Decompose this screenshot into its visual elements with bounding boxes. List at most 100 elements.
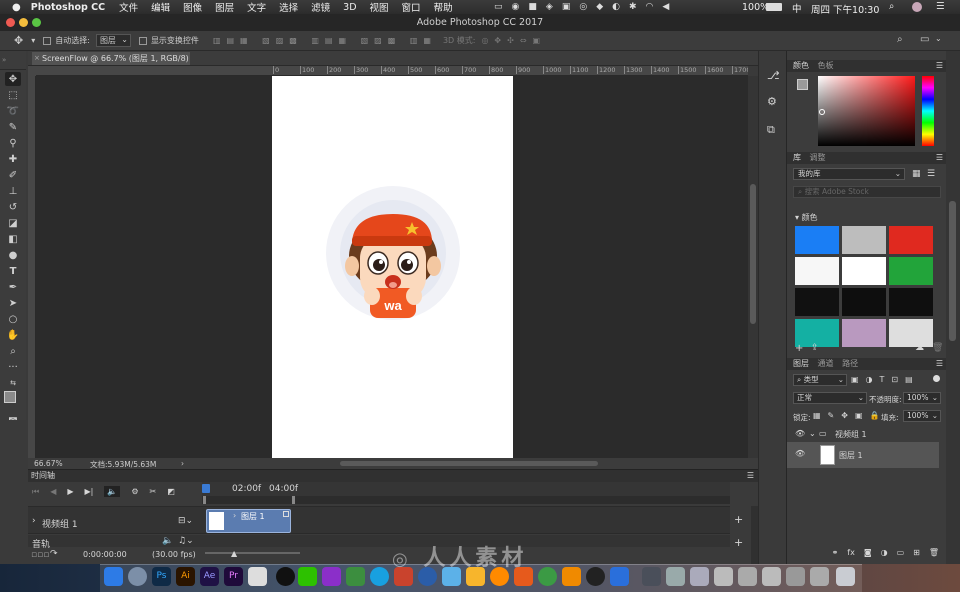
screen-icon[interactable]: ▭ (494, 2, 503, 12)
list-view-icon[interactable]: ☰ (927, 169, 935, 179)
foreground-color[interactable] (797, 79, 808, 90)
timemachine-icon[interactable]: ◐ (612, 2, 620, 12)
menu-edit[interactable]: 编辑 (151, 0, 170, 14)
panel-menu-icon[interactable]: ☰ (747, 470, 754, 482)
add-content-icon[interactable]: + (795, 343, 803, 354)
align-icons[interactable]: ▥▤▦ ▧▨▩ ▥▤▦ ▧▨▩ ▥▦ (213, 36, 437, 45)
stamp-tool-icon[interactable]: ⊥ (5, 184, 21, 198)
properties-icon[interactable]: ⚙ (767, 95, 777, 108)
delete-layer-icon[interactable]: 🗑 (929, 548, 939, 560)
color-swatches[interactable] (3, 391, 23, 413)
gradient-tool-icon[interactable]: ◧ (5, 232, 21, 246)
window-thumb-4[interactable] (738, 567, 757, 586)
stock-search-input[interactable]: ⌕ 搜索 Adobe Stock (793, 186, 941, 198)
grid-view-icon[interactable]: ▦ (912, 169, 921, 179)
history-brush-icon[interactable]: ↺ (5, 200, 21, 214)
panel-menu-icon[interactable]: ☰ (936, 60, 943, 72)
visibility-eye-icon[interactable]: 👁 (795, 429, 805, 438)
color-picker-cursor[interactable] (819, 109, 825, 115)
path-select-icon[interactable]: ➤ (5, 296, 21, 310)
wechat-icon[interactable] (298, 567, 317, 586)
hand-tool-icon[interactable]: ✋ (5, 328, 21, 342)
battery-icon[interactable] (766, 3, 782, 11)
more-tools-icon[interactable]: ··· (5, 360, 21, 374)
quick-select-tool-icon[interactable]: ✎ (5, 120, 21, 134)
window-thumb-7[interactable] (810, 567, 829, 586)
panel-menu-icon[interactable]: ☰ (936, 358, 943, 370)
history-icon[interactable]: ⎇ (767, 69, 780, 82)
fill-field[interactable]: 100% ⌄ (903, 410, 941, 422)
layer-filter-icons[interactable]: ▣◑T⊡▤ (851, 375, 920, 384)
play-icon[interactable]: ▶ (67, 487, 73, 496)
menu-image[interactable]: 图像 (183, 0, 202, 14)
menu-select[interactable]: 选择 (279, 0, 298, 14)
wifi-icon[interactable]: ◠ (646, 2, 654, 12)
tab-paths[interactable]: 路径 (842, 359, 858, 368)
3d-tools-icons[interactable]: ◎✥✣⇔▣ (481, 36, 546, 45)
tab-layers[interactable]: 图层 (793, 359, 809, 368)
expand-chevron-icon[interactable]: ⌄ (809, 429, 816, 438)
menu-filter[interactable]: 滤镜 (311, 0, 330, 14)
new-group-icon[interactable]: ▭ (897, 548, 905, 560)
swap-colors-icon[interactable]: ⇆ (5, 376, 21, 390)
type-tool-icon[interactable]: T (5, 264, 21, 278)
work-area-start[interactable] (203, 496, 206, 504)
settings-gear-icon[interactable]: ⚙ (131, 487, 138, 496)
axure-icon[interactable] (322, 567, 341, 586)
eraser-tool-icon[interactable]: ◪ (5, 216, 21, 230)
lasso-tool-icon[interactable]: ➰ (5, 104, 21, 118)
split-scissors-icon[interactable]: ✂ (150, 487, 157, 496)
horizontal-ruler[interactable]: 0 100 200 300 400 500 600 700 800 900 1000 1100 1200… (36, 66, 748, 76)
adjustment-layer-icon[interactable]: ◑ (881, 548, 888, 560)
transition-icon[interactable]: ◩ (167, 487, 175, 496)
video-clip[interactable]: › 图层 1 (206, 509, 291, 533)
eye-icon[interactable]: ◎ (579, 2, 587, 12)
panel-menu-icon[interactable]: ☰ (936, 152, 943, 164)
search-icon[interactable]: ⌕ (897, 34, 903, 45)
filter-toggle[interactable] (933, 375, 940, 382)
notification-icon[interactable]: ◈ (546, 2, 553, 12)
music-note-icon[interactable]: ♫⌄ (178, 536, 194, 546)
foreground-color[interactable] (4, 391, 16, 403)
notification-center-icon[interactable]: ☰ (936, 1, 945, 12)
convert-icon[interactable]: ↷ (50, 549, 58, 559)
auto-select-dropdown[interactable]: 图层 ⌄ (95, 34, 131, 47)
menu-3d[interactable]: 3D (343, 2, 356, 13)
layer-row-group[interactable]: 👁 ⌄ ▭ 视频组 1 (787, 428, 939, 441)
photoshop-icon[interactable]: Ps (152, 567, 171, 586)
color-swatch[interactable] (842, 288, 886, 316)
panels-scrollbar[interactable] (946, 51, 960, 564)
color-swatch[interactable] (889, 288, 933, 316)
colors-section-header[interactable]: ▾ 颜色 (795, 212, 818, 223)
ruler-origin[interactable] (28, 66, 36, 76)
eyedropper-tool-icon[interactable]: ⚲ (5, 136, 21, 150)
zoom-level[interactable]: 66.67% (34, 459, 63, 468)
new-layer-icon[interactable]: ⊞ (913, 548, 920, 560)
color-swatch[interactable] (842, 226, 886, 254)
marquee-tool-icon[interactable]: ⬚ (5, 88, 21, 102)
color-swatch[interactable] (795, 226, 839, 254)
status-menu-arrow-icon[interactable]: › (181, 459, 184, 468)
first-frame-icon[interactable]: ⏮ (32, 487, 39, 497)
timeline-vscroll[interactable] (751, 506, 758, 564)
tab-channels[interactable]: 通道 (818, 359, 834, 368)
color-swatch[interactable] (889, 319, 933, 347)
mute-icon[interactable]: 🔈 (162, 536, 173, 546)
window-thumb-2[interactable] (690, 567, 709, 586)
color-swatch[interactable] (842, 257, 886, 285)
window-thumb-3[interactable] (714, 567, 733, 586)
vertical-scroll-thumb[interactable] (750, 184, 756, 324)
color-swatch[interactable] (795, 257, 839, 285)
launchpad-icon[interactable] (128, 567, 147, 586)
audio-icon[interactable]: 🔈 (104, 486, 121, 497)
lock-icons[interactable]: ▦✎✥▣🔒 (813, 411, 886, 420)
finder-icon[interactable] (104, 567, 123, 586)
cloud-icon[interactable]: ☁ (915, 343, 924, 353)
time-ruler[interactable]: 02:00f 04:00f (202, 482, 730, 496)
premiere-icon[interactable]: Pr (224, 567, 243, 586)
show-transform-checkbox[interactable] (138, 36, 147, 45)
work-area-bar[interactable] (202, 496, 730, 504)
document-canvas[interactable]: wa (272, 76, 513, 458)
evernote-icon[interactable] (346, 567, 365, 586)
brush-tool-icon[interactable]: ✐ (5, 168, 21, 182)
